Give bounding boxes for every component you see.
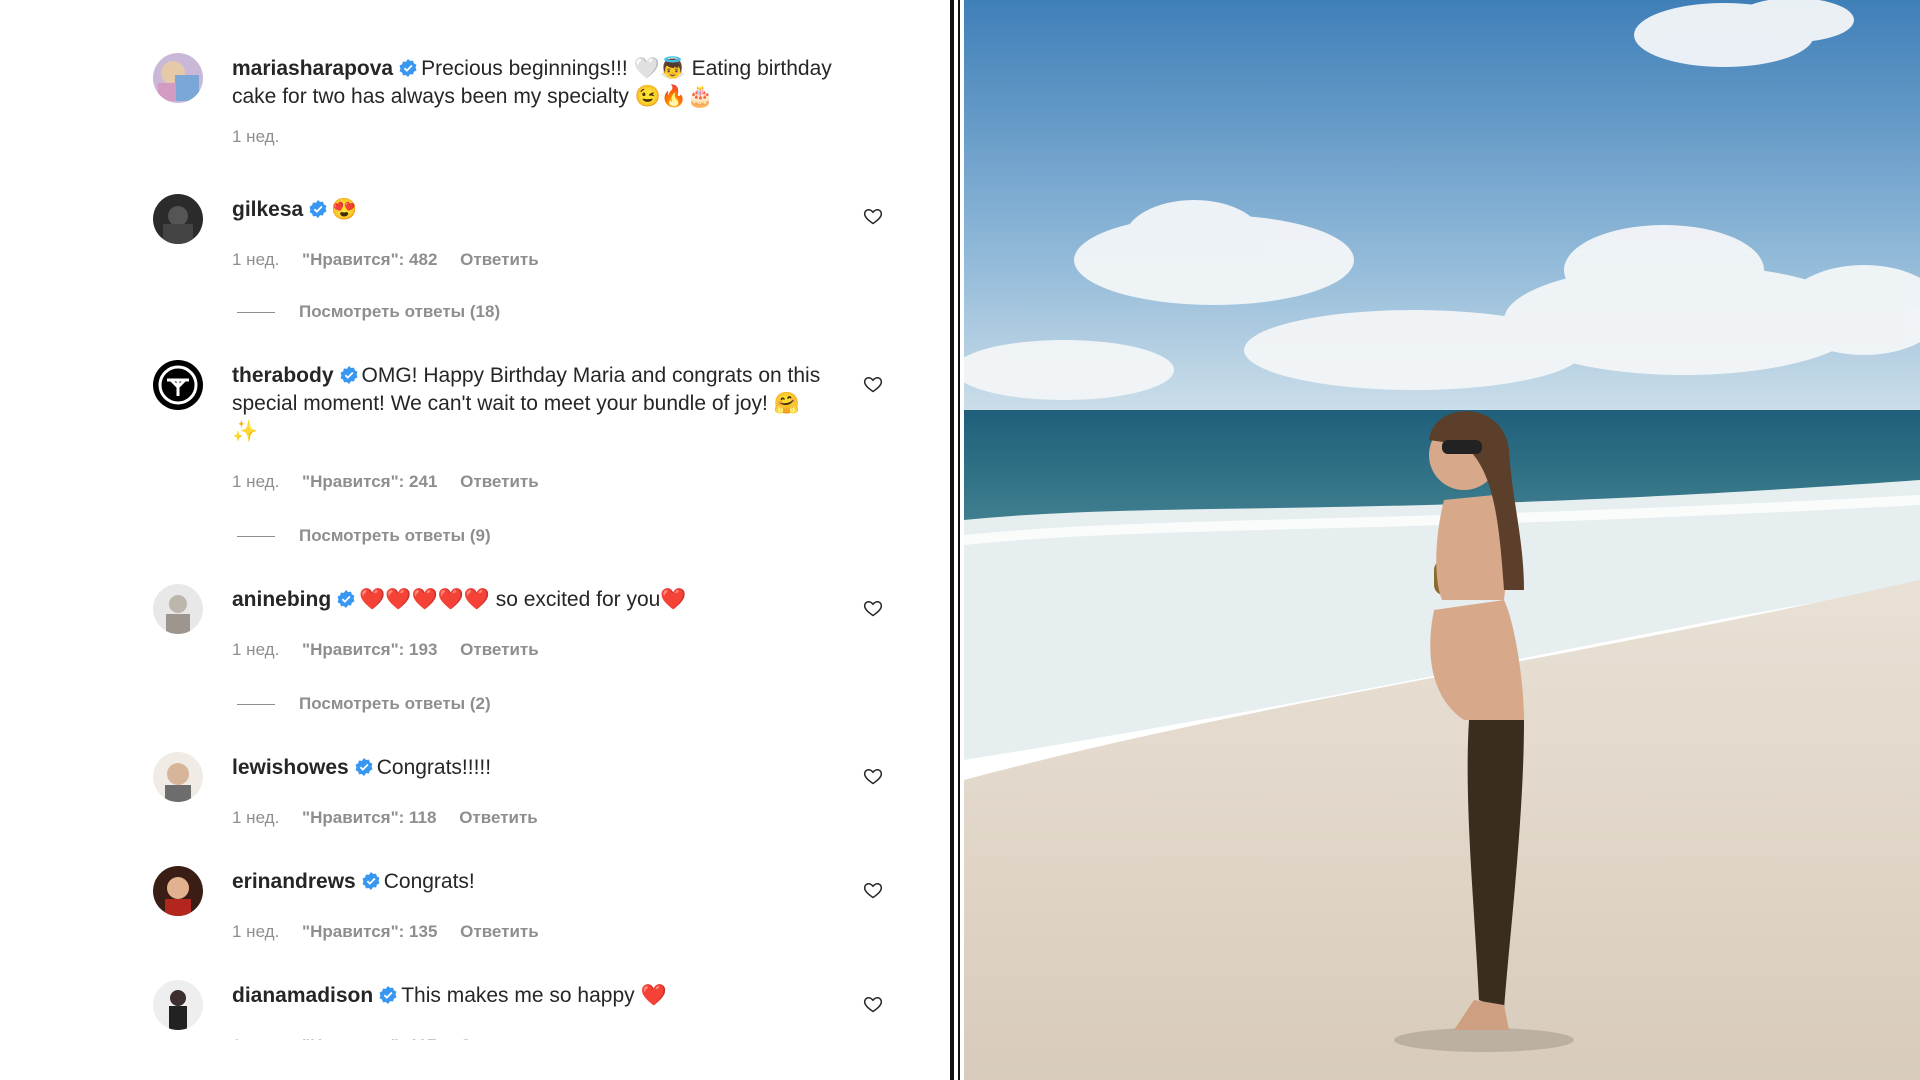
comments-panel: mariasharapova Precious beginnings!!! 🤍👼 … bbox=[0, 0, 950, 1080]
comment-time[interactable]: 1 нед. bbox=[232, 250, 279, 269]
comment-time[interactable]: 1 нед. bbox=[232, 640, 279, 659]
comment-text-line2: special moment! We can't wait to meet yo… bbox=[232, 392, 800, 415]
comment-likes[interactable]: "Нравится": 118 bbox=[302, 808, 436, 827]
heart-icon[interactable] bbox=[863, 880, 883, 900]
comment-text: 😍 bbox=[331, 198, 358, 221]
cutoff-mask bbox=[0, 1040, 950, 1080]
caption-text-line1: Precious beginnings!!! 🤍👼 Eating birthda… bbox=[421, 57, 832, 80]
avatar[interactable] bbox=[153, 53, 203, 103]
comment-text-line3: ✨ bbox=[232, 420, 259, 443]
divider bbox=[958, 0, 960, 1080]
comment-username[interactable]: dianamadison bbox=[232, 984, 373, 1007]
post-time[interactable]: 1 нед. bbox=[232, 127, 279, 146]
comment-text-line1: OMG! Happy Birthday Maria and congrats o… bbox=[361, 364, 821, 387]
heart-icon[interactable] bbox=[863, 206, 883, 226]
replies-line bbox=[237, 704, 275, 706]
comment-item: gilkesa 😍 1 нед. "Нравится": 482 Ответить bbox=[153, 194, 913, 272]
comment-username[interactable]: lewishowes bbox=[232, 756, 349, 779]
comment-likes[interactable]: "Нравится": 241 bbox=[302, 472, 437, 491]
comment-time[interactable]: 1 нед. bbox=[232, 808, 279, 827]
view-replies-label[interactable]: Посмотреть ответы (18) bbox=[299, 302, 500, 321]
heart-icon[interactable] bbox=[863, 374, 883, 394]
comment-item: erinandrews Congrats! 1 нед. "Нравится": … bbox=[153, 866, 913, 944]
comment-text: Congrats! bbox=[383, 870, 475, 893]
comment-item: aninebing ❤️❤️❤️❤️❤️ so excited for you❤️… bbox=[153, 584, 913, 662]
reply-button[interactable]: Ответить bbox=[460, 640, 539, 659]
comment-time[interactable]: 1 нед. bbox=[232, 472, 279, 491]
comment-username[interactable]: gilkesa bbox=[232, 198, 303, 221]
avatar[interactable] bbox=[153, 866, 203, 916]
verified-icon bbox=[399, 59, 417, 77]
divider bbox=[950, 0, 954, 1080]
heart-icon[interactable] bbox=[863, 766, 883, 786]
comment-item: therabody OMG! Happy Birthday Maria and c… bbox=[153, 360, 913, 494]
post-photo[interactable] bbox=[964, 0, 1920, 1080]
view-replies-label[interactable]: Посмотреть ответы (2) bbox=[299, 694, 491, 713]
verified-icon bbox=[337, 590, 355, 608]
avatar[interactable] bbox=[153, 584, 203, 634]
view-replies-button[interactable]: Посмотреть ответы (9) bbox=[237, 526, 491, 546]
heart-icon[interactable] bbox=[863, 994, 883, 1014]
avatar[interactable] bbox=[153, 980, 203, 1030]
comment-likes[interactable]: "Нравится": 482 bbox=[302, 250, 437, 269]
comment-likes[interactable]: "Нравится": 135 bbox=[302, 922, 437, 941]
comment-text: Congrats!!!!! bbox=[376, 756, 492, 779]
verified-icon bbox=[362, 872, 380, 890]
replies-line bbox=[237, 536, 275, 538]
comment-username[interactable]: erinandrews bbox=[232, 870, 356, 893]
reply-button[interactable]: Ответить bbox=[460, 922, 539, 941]
comment-username[interactable]: aninebing bbox=[232, 588, 331, 611]
verified-icon bbox=[309, 200, 327, 218]
comment-time[interactable]: 1 нед. bbox=[232, 922, 279, 941]
post-username[interactable]: mariasharapova bbox=[232, 57, 393, 80]
verified-icon bbox=[355, 758, 373, 776]
comment-text: ❤️❤️❤️❤️❤️ so excited for you❤️ bbox=[359, 588, 687, 611]
comment-text: This makes me so happy ❤️ bbox=[401, 984, 667, 1007]
avatar[interactable] bbox=[153, 752, 203, 802]
post-caption: mariasharapova Precious beginnings!!! 🤍👼 … bbox=[153, 53, 913, 149]
caption-text-line2: cake for two has always been my specialt… bbox=[232, 85, 714, 108]
avatar[interactable] bbox=[153, 360, 203, 410]
reply-button[interactable]: Ответить bbox=[460, 250, 539, 269]
view-replies-label[interactable]: Посмотреть ответы (9) bbox=[299, 526, 491, 545]
verified-icon bbox=[340, 366, 357, 384]
view-replies-button[interactable]: Посмотреть ответы (2) bbox=[237, 694, 491, 714]
avatar[interactable] bbox=[153, 194, 203, 244]
reply-button[interactable]: Ответить bbox=[460, 472, 539, 491]
beach-photo bbox=[964, 0, 1920, 1080]
comment-likes[interactable]: "Нравится": 193 bbox=[302, 640, 437, 659]
replies-line bbox=[237, 312, 275, 314]
reply-button[interactable]: Ответить bbox=[459, 808, 538, 827]
heart-icon[interactable] bbox=[863, 598, 883, 618]
view-replies-button[interactable]: Посмотреть ответы (18) bbox=[237, 302, 500, 322]
comment-username[interactable]: therabody bbox=[232, 364, 334, 387]
comment-item: lewishowes Congrats!!!!! 1 нед. "Нравится… bbox=[153, 752, 913, 830]
verified-icon bbox=[379, 986, 397, 1004]
